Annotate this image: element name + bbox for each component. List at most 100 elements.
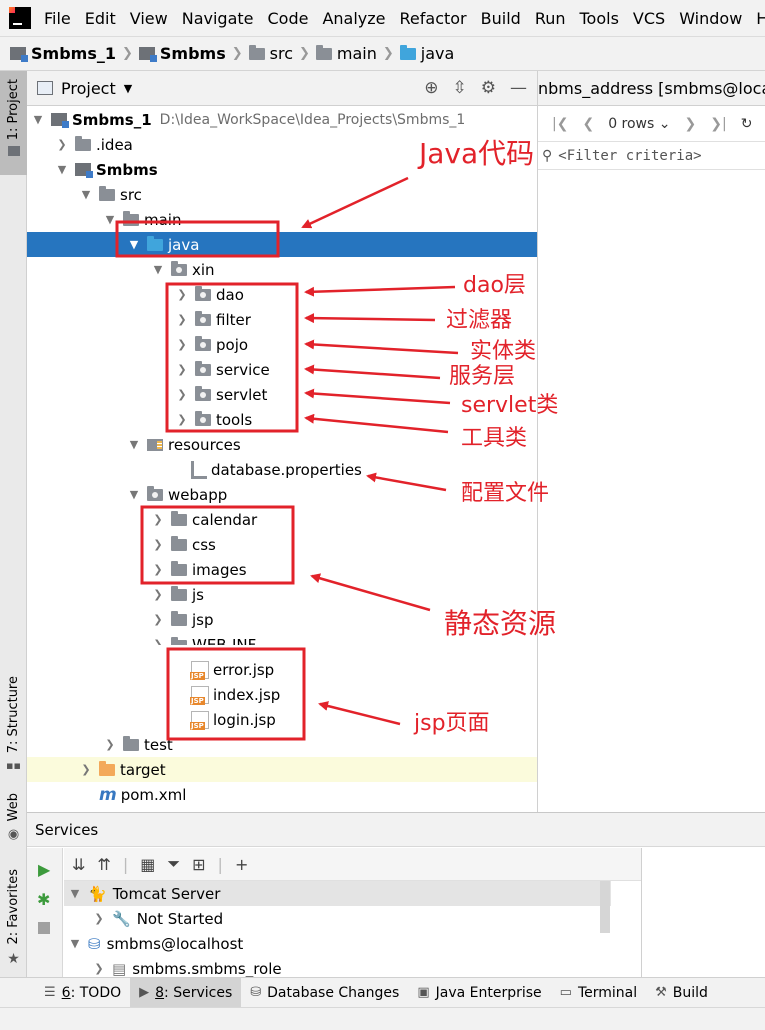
menu-window[interactable]: Window — [679, 9, 742, 28]
tree-item-css[interactable]: ❯ css — [27, 532, 537, 557]
stop-icon[interactable] — [38, 922, 50, 934]
run-icon[interactable]: ▶ — [38, 860, 50, 879]
tree-item-smbms-1[interactable]: ▼ Smbms_1 D:\Idea_WorkSpace\Idea_Project… — [27, 107, 537, 132]
tree-item-index-jsp[interactable]: index.jsp — [27, 682, 537, 707]
folder-icon — [315, 44, 332, 60]
chevron-down-icon[interactable]: ▼ — [127, 438, 141, 451]
filter-criteria-input[interactable]: ⚲ <Filter criteria> — [538, 142, 765, 170]
tool-tab-todo[interactable]: ☰ 6: TODO — [35, 978, 130, 1007]
menu-navigate[interactable]: Navigate — [182, 9, 254, 28]
tool-tab-terminal[interactable]: ▭ Terminal — [551, 978, 646, 1007]
last-page-icon[interactable]: ❯| — [710, 116, 726, 132]
service-smbms-role[interactable]: ❯ ▤ smbms.smbms_role — [64, 956, 611, 978]
tree-item-pojo[interactable]: ❯ pojo — [27, 332, 537, 357]
chevron-right-icon[interactable]: ❯ — [92, 962, 106, 975]
tool-tab-structure[interactable]: 7: Structure ▪▪ — [0, 676, 27, 776]
chevron-down-icon[interactable]: ▼ — [127, 238, 141, 251]
next-page-icon[interactable]: ❯ — [685, 116, 697, 132]
tool-tab-web[interactable]: Web ◉ — [0, 793, 27, 853]
chevron-right-icon[interactable]: ❯ — [175, 313, 189, 326]
tree-item-main[interactable]: ▼ main — [27, 207, 537, 232]
tree-item-images[interactable]: ❯ images — [27, 557, 537, 582]
tool-tab-project[interactable]: 1: Project — [0, 71, 27, 175]
new-tab-icon[interactable]: ⊞ — [192, 855, 205, 874]
tool-tab-database-changes[interactable]: ⛁ Database Changes — [241, 978, 408, 1007]
chevron-right-icon[interactable]: ❯ — [79, 763, 93, 776]
chevron-down-icon[interactable]: ▼ — [68, 937, 82, 950]
chevron-down-icon[interactable]: ▼ — [151, 263, 165, 276]
chevron-down-icon[interactable]: ▼ — [103, 213, 117, 226]
tree-item-pom-xml[interactable]: m pom.xml — [27, 782, 537, 807]
add-service-icon[interactable]: + — [235, 855, 248, 874]
refresh-icon[interactable]: ↻ — [741, 116, 753, 132]
chevron-down-icon[interactable]: ▼ — [55, 163, 69, 176]
chevron-down-icon[interactable]: ▼ — [79, 188, 93, 201]
chevron-right-icon[interactable]: ❯ — [151, 538, 165, 551]
chevron-right-icon[interactable]: ❯ — [175, 288, 189, 301]
tree-item-java[interactable]: ▼ java — [27, 232, 537, 257]
menu-file[interactable]: File — [44, 9, 71, 28]
chevron-right-icon[interactable]: ❯ — [151, 588, 165, 601]
chevron-right-icon[interactable]: ❯ — [175, 413, 189, 426]
chevron-down-icon[interactable]: ▼ — [68, 887, 82, 900]
menu-code[interactable]: Code — [268, 9, 309, 28]
menu-build[interactable]: Build — [481, 9, 521, 28]
tree-item-error-jsp[interactable]: error.jsp — [27, 657, 537, 682]
project-panel-title[interactable]: Project — [61, 79, 116, 98]
tool-tab-services[interactable]: ▶ 8: Services — [130, 978, 242, 1007]
chevron-right-icon[interactable]: ❯ — [175, 363, 189, 376]
gear-icon[interactable]: ⚙ — [481, 78, 496, 98]
locate-icon[interactable]: ⊕ — [424, 78, 438, 98]
chevron-right-icon[interactable]: ❯ — [55, 138, 69, 151]
service-tomcat-server[interactable]: ▼ 🐈 Tomcat Server — [64, 881, 611, 906]
menu-view[interactable]: View — [130, 9, 168, 28]
filter-icon[interactable]: ⏷ — [167, 854, 180, 874]
service-smbms-localhost[interactable]: ▼ ⛁ smbms@localhost — [64, 931, 611, 956]
chevron-right-icon[interactable]: ❯ — [175, 388, 189, 401]
tree-item-xin[interactable]: ▼ xin — [27, 257, 537, 282]
tool-tab-favorites[interactable]: 2: Favorites ★ — [0, 869, 27, 969]
menu-run[interactable]: Run — [535, 9, 566, 28]
first-page-icon[interactable]: |❮ — [552, 116, 568, 132]
menu-analyze[interactable]: Analyze — [322, 9, 385, 28]
tree-item-database-properties[interactable]: database.properties — [27, 457, 537, 482]
chevron-right-icon[interactable]: ❯ — [151, 563, 165, 576]
previous-page-icon[interactable]: ❮ — [582, 116, 594, 132]
menu-edit[interactable]: Edit — [85, 9, 116, 28]
group-by-icon[interactable]: ▦ — [140, 855, 155, 874]
breadcrumb-item-main[interactable]: main ❯ — [315, 44, 400, 63]
menu-tools[interactable]: Tools — [580, 9, 619, 28]
tree-item-js[interactable]: ❯ js — [27, 582, 537, 607]
chevron-down-icon[interactable]: ▼ — [31, 113, 45, 126]
breadcrumb-item-src[interactable]: src ❯ — [248, 44, 316, 63]
tree-item-dao[interactable]: ❯ dao — [27, 282, 537, 307]
service-not-started[interactable]: ❯ 🔧 Not Started — [64, 906, 611, 931]
row-count[interactable]: 0 rows ⌄ — [608, 116, 670, 132]
services-scrollbar[interactable] — [600, 881, 610, 933]
tree-item-calendar[interactable]: ❯ calendar — [27, 507, 537, 532]
menu-vcs[interactable]: VCS — [633, 9, 665, 28]
debug-icon[interactable]: ✱ — [37, 890, 50, 909]
chevron-down-icon[interactable]: ▼ — [124, 82, 132, 95]
chevron-right-icon[interactable]: ❯ — [103, 738, 117, 751]
tool-tab-build[interactable]: ⚒ Build — [646, 978, 717, 1007]
database-table-tab[interactable]: nbms_address [smbms@localho — [538, 71, 765, 106]
breadcrumb-item-java[interactable]: java — [399, 44, 454, 63]
breadcrumb-item-smbms-1[interactable]: Smbms_1 ❯ — [10, 44, 139, 63]
expand-all-icon[interactable]: ⇊ — [72, 855, 85, 874]
tree-item-src[interactable]: ▼ src — [27, 182, 537, 207]
chevron-right-icon[interactable]: ❯ — [151, 513, 165, 526]
chevron-right-icon[interactable]: ❯ — [175, 338, 189, 351]
minimize-icon[interactable]: — — [510, 78, 527, 98]
chevron-right-icon[interactable]: ❯ — [151, 613, 165, 626]
chevron-down-icon[interactable]: ▼ — [127, 488, 141, 501]
tool-tab-java-enterprise[interactable]: ▣ Java Enterprise — [408, 978, 550, 1007]
collapse-all-icon[interactable]: ⇈ — [97, 855, 110, 874]
collapse-all-icon[interactable]: ⇳ — [453, 78, 467, 98]
chevron-right-icon[interactable]: ❯ — [92, 912, 106, 925]
tree-item-target[interactable]: ❯ target — [27, 757, 537, 782]
menu-refactor[interactable]: Refactor — [400, 9, 467, 28]
breadcrumb-item-smbms[interactable]: Smbms ❯ — [138, 44, 249, 63]
chevron-right-icon[interactable]: ❯ — [151, 638, 165, 645]
menu-help[interactable]: Help — [756, 9, 765, 28]
